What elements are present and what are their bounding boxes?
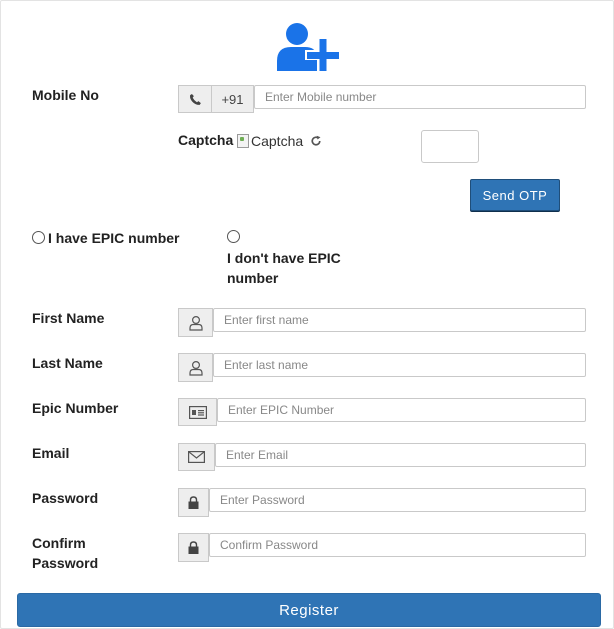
user-icon (188, 360, 203, 376)
no-epic-radio[interactable] (227, 230, 240, 243)
phone-addon (178, 85, 212, 113)
captcha-image-alt: Captcha (251, 133, 304, 149)
add-user-icon (277, 23, 341, 73)
last-name-addon (178, 353, 213, 382)
no-epic-label-line2: number (227, 270, 279, 286)
country-code: +91 (211, 85, 254, 113)
phone-icon (189, 93, 201, 105)
mobile-input[interactable] (254, 85, 586, 109)
epic-number-label: Epic Number (32, 400, 119, 416)
envelope-icon (188, 451, 205, 463)
user-icon (188, 315, 203, 331)
email-input[interactable] (215, 443, 586, 467)
first-name-addon (178, 308, 213, 337)
last-name-input[interactable] (213, 353, 586, 377)
have-epic-radio[interactable] (32, 231, 45, 244)
confirm-password-label-line2: Password (32, 555, 99, 571)
email-label: Email (32, 445, 70, 461)
epic-number-input[interactable] (217, 398, 586, 422)
confirm-password-label-line1: Confirm (32, 535, 86, 551)
captcha-image: Captcha (237, 132, 303, 150)
first-name-label: First Name (32, 310, 105, 326)
captcha-input[interactable] (421, 130, 479, 163)
password-input[interactable] (209, 488, 586, 512)
send-otp-button[interactable]: Send OTP (470, 179, 560, 211)
captcha-label: Captcha (178, 132, 234, 148)
confirm-password-input[interactable] (209, 533, 586, 557)
have-epic-label: I have EPIC number (48, 230, 180, 246)
epic-number-addon (178, 398, 217, 426)
register-button[interactable]: Register (17, 593, 601, 627)
mobile-label: Mobile No (32, 87, 99, 103)
confirm-password-addon (178, 533, 209, 562)
last-name-label: Last Name (32, 355, 103, 371)
password-label: Password (32, 490, 99, 506)
registration-form: Mobile No +91 Captcha Captcha Send OTP I… (0, 0, 614, 629)
password-addon (178, 488, 209, 517)
first-name-input[interactable] (213, 308, 586, 332)
lock-icon (188, 496, 199, 509)
refresh-icon[interactable] (310, 135, 322, 147)
broken-image-icon (237, 134, 249, 148)
id-card-icon (188, 405, 207, 419)
lock-icon (188, 541, 199, 554)
no-epic-label-line1: I don't have EPIC (227, 250, 341, 266)
email-addon (178, 443, 215, 471)
